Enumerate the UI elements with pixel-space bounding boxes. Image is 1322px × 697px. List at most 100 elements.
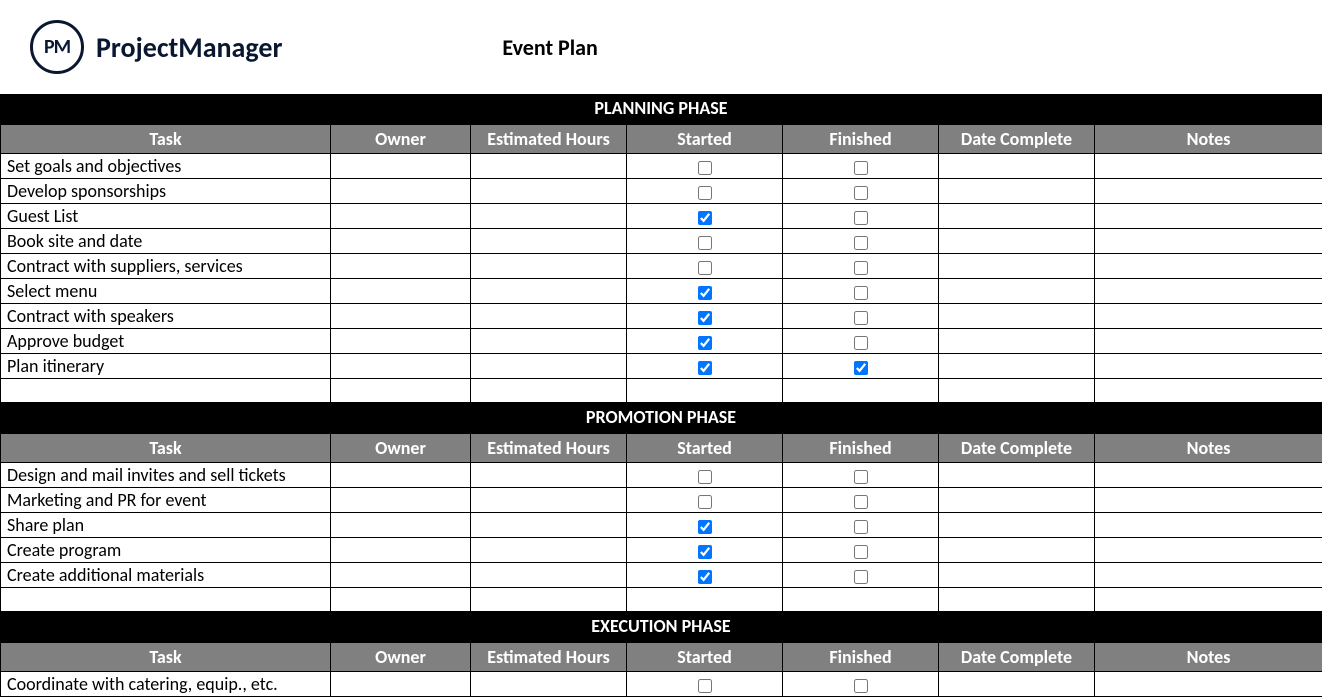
column-header-task: Task bbox=[1, 434, 331, 463]
task-cell: Share plan bbox=[1, 513, 331, 538]
finished-cell bbox=[783, 279, 939, 304]
date-cell bbox=[939, 254, 1095, 279]
started-checkbox[interactable] bbox=[698, 679, 712, 693]
finished-checkbox[interactable] bbox=[854, 311, 868, 325]
started-cell bbox=[627, 279, 783, 304]
column-header-started: Started bbox=[627, 434, 783, 463]
started-cell bbox=[627, 538, 783, 563]
hours-cell bbox=[471, 488, 627, 513]
task-cell: Contract with suppliers, services bbox=[1, 254, 331, 279]
finished-cell bbox=[783, 154, 939, 179]
finished-checkbox[interactable] bbox=[854, 186, 868, 200]
table-row: Set goals and objectives bbox=[1, 154, 1322, 179]
page-title: Event Plan bbox=[502, 34, 597, 61]
started-checkbox[interactable] bbox=[698, 211, 712, 225]
table-row bbox=[1, 588, 1322, 612]
started-checkbox[interactable] bbox=[698, 236, 712, 250]
task-cell: Create program bbox=[1, 538, 331, 563]
finished-cell bbox=[783, 229, 939, 254]
owner-cell bbox=[331, 204, 471, 229]
owner-cell bbox=[331, 672, 471, 697]
started-checkbox[interactable] bbox=[698, 470, 712, 484]
table-row: Approve budget bbox=[1, 329, 1322, 354]
owner-cell bbox=[331, 588, 471, 612]
notes-cell bbox=[1095, 463, 1322, 488]
column-header-task: Task bbox=[1, 643, 331, 672]
started-checkbox[interactable] bbox=[698, 261, 712, 275]
started-checkbox[interactable] bbox=[698, 545, 712, 559]
finished-checkbox[interactable] bbox=[854, 495, 868, 509]
date-cell bbox=[939, 672, 1095, 697]
table-row: Create program bbox=[1, 538, 1322, 563]
hours-cell bbox=[471, 354, 627, 379]
owner-cell bbox=[331, 179, 471, 204]
started-checkbox[interactable] bbox=[698, 161, 712, 175]
header: PM ProjectManager Event Plan bbox=[0, 0, 1322, 94]
phase-header: EXECUTION PHASE bbox=[0, 612, 1322, 642]
date-cell bbox=[939, 513, 1095, 538]
column-header-owner: Owner bbox=[331, 125, 471, 154]
finished-checkbox[interactable] bbox=[854, 336, 868, 350]
finished-cell bbox=[783, 563, 939, 588]
finished-checkbox[interactable] bbox=[854, 679, 868, 693]
finished-cell bbox=[783, 672, 939, 697]
owner-cell bbox=[331, 463, 471, 488]
owner-cell bbox=[331, 379, 471, 403]
finished-checkbox[interactable] bbox=[854, 361, 868, 375]
date-cell bbox=[939, 304, 1095, 329]
task-cell: Guest List bbox=[1, 204, 331, 229]
started-checkbox[interactable] bbox=[698, 286, 712, 300]
table-row: Create additional materials bbox=[1, 563, 1322, 588]
brand-logo: PM ProjectManager bbox=[30, 20, 282, 74]
hours-cell bbox=[471, 179, 627, 204]
column-header-hours: Estimated Hours bbox=[471, 643, 627, 672]
date-cell bbox=[939, 588, 1095, 612]
finished-checkbox[interactable] bbox=[854, 520, 868, 534]
started-checkbox[interactable] bbox=[698, 520, 712, 534]
task-cell: Design and mail invites and sell tickets bbox=[1, 463, 331, 488]
hours-cell bbox=[471, 463, 627, 488]
notes-cell bbox=[1095, 488, 1322, 513]
hours-cell bbox=[471, 304, 627, 329]
finished-checkbox[interactable] bbox=[854, 211, 868, 225]
table-row: Contract with speakers bbox=[1, 304, 1322, 329]
task-cell bbox=[1, 588, 331, 612]
started-checkbox[interactable] bbox=[698, 186, 712, 200]
date-cell bbox=[939, 179, 1095, 204]
started-cell bbox=[627, 154, 783, 179]
started-cell bbox=[627, 304, 783, 329]
started-cell bbox=[627, 588, 783, 612]
notes-cell bbox=[1095, 229, 1322, 254]
task-cell: Plan itinerary bbox=[1, 354, 331, 379]
started-checkbox[interactable] bbox=[698, 336, 712, 350]
date-cell bbox=[939, 563, 1095, 588]
finished-checkbox[interactable] bbox=[854, 161, 868, 175]
date-cell bbox=[939, 463, 1095, 488]
finished-checkbox[interactable] bbox=[854, 570, 868, 584]
task-cell: Select menu bbox=[1, 279, 331, 304]
started-checkbox[interactable] bbox=[698, 495, 712, 509]
notes-cell bbox=[1095, 672, 1322, 697]
finished-checkbox[interactable] bbox=[854, 286, 868, 300]
started-checkbox[interactable] bbox=[698, 361, 712, 375]
notes-cell bbox=[1095, 379, 1322, 403]
hours-cell bbox=[471, 538, 627, 563]
column-header-date: Date Complete bbox=[939, 434, 1095, 463]
finished-checkbox[interactable] bbox=[854, 470, 868, 484]
task-cell: Approve budget bbox=[1, 329, 331, 354]
finished-checkbox[interactable] bbox=[854, 261, 868, 275]
finished-checkbox[interactable] bbox=[854, 236, 868, 250]
finished-checkbox[interactable] bbox=[854, 545, 868, 559]
started-checkbox[interactable] bbox=[698, 311, 712, 325]
started-cell bbox=[627, 229, 783, 254]
started-cell bbox=[627, 488, 783, 513]
column-header-finished: Finished bbox=[783, 125, 939, 154]
column-header-owner: Owner bbox=[331, 434, 471, 463]
owner-cell bbox=[331, 488, 471, 513]
owner-cell bbox=[331, 304, 471, 329]
owner-cell bbox=[331, 279, 471, 304]
owner-cell bbox=[331, 538, 471, 563]
table-row: Marketing and PR for event bbox=[1, 488, 1322, 513]
notes-cell bbox=[1095, 254, 1322, 279]
started-checkbox[interactable] bbox=[698, 570, 712, 584]
